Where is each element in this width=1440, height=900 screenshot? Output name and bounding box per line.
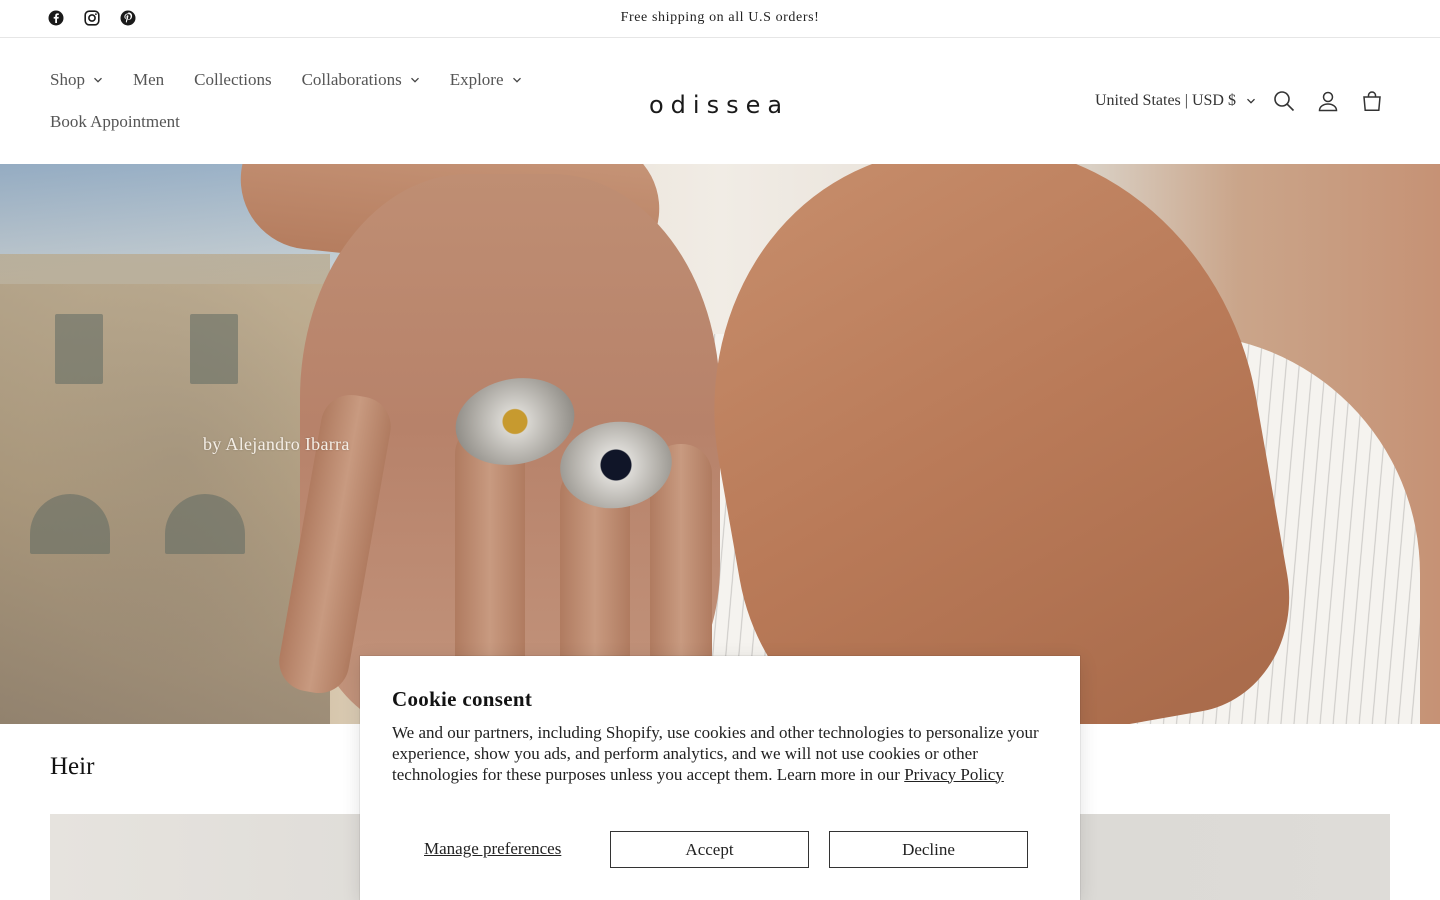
site-header: Shop Men Collections Collaborations Expl…: [0, 39, 1440, 164]
chevron-down-icon: [93, 75, 103, 85]
nav-collaborations[interactable]: Collaborations: [302, 70, 420, 90]
decline-button[interactable]: Decline: [829, 831, 1028, 868]
nav-book-appointment[interactable]: Book Appointment: [50, 112, 180, 132]
locale-selector[interactable]: United States | USD $: [1095, 92, 1256, 110]
chevron-down-icon: [512, 75, 522, 85]
account-icon[interactable]: [1316, 89, 1340, 113]
hero-caption: by Alejandro Ibarra: [203, 434, 350, 454]
cart-icon[interactable]: [1360, 89, 1384, 113]
nav-men[interactable]: Men: [133, 70, 164, 90]
chevron-down-icon: [410, 75, 420, 85]
cookie-body: We and our partners, including Shopify, …: [392, 723, 1039, 784]
search-icon[interactable]: [1272, 89, 1296, 113]
announcement-bar: Free shipping on all U.S orders!: [0, 0, 1440, 38]
hero-hand-right: [672, 164, 1308, 724]
privacy-policy-link[interactable]: Privacy Policy: [904, 765, 1004, 784]
nav-collections[interactable]: Collections: [194, 70, 271, 90]
manage-preferences-link[interactable]: Manage preferences: [424, 839, 561, 859]
nav-explore[interactable]: Explore: [450, 70, 522, 90]
nav-shop[interactable]: Shop: [50, 70, 103, 90]
site-logo[interactable]: odissea: [649, 91, 789, 119]
section-title: Heir: [50, 753, 95, 780]
cookie-title: Cookie consent: [392, 687, 533, 711]
cookie-consent-dialog: Cookie consent We and our partners, incl…: [360, 656, 1080, 900]
chevron-down-icon: [1246, 96, 1256, 106]
hero-banner[interactable]: by Alejandro Ibarra: [0, 164, 1440, 724]
accept-button[interactable]: Accept: [610, 831, 809, 868]
announcement-text: Free shipping on all U.S orders!: [620, 10, 820, 25]
main-nav: Shop Men Collections Collaborations Expl…: [50, 69, 570, 133]
